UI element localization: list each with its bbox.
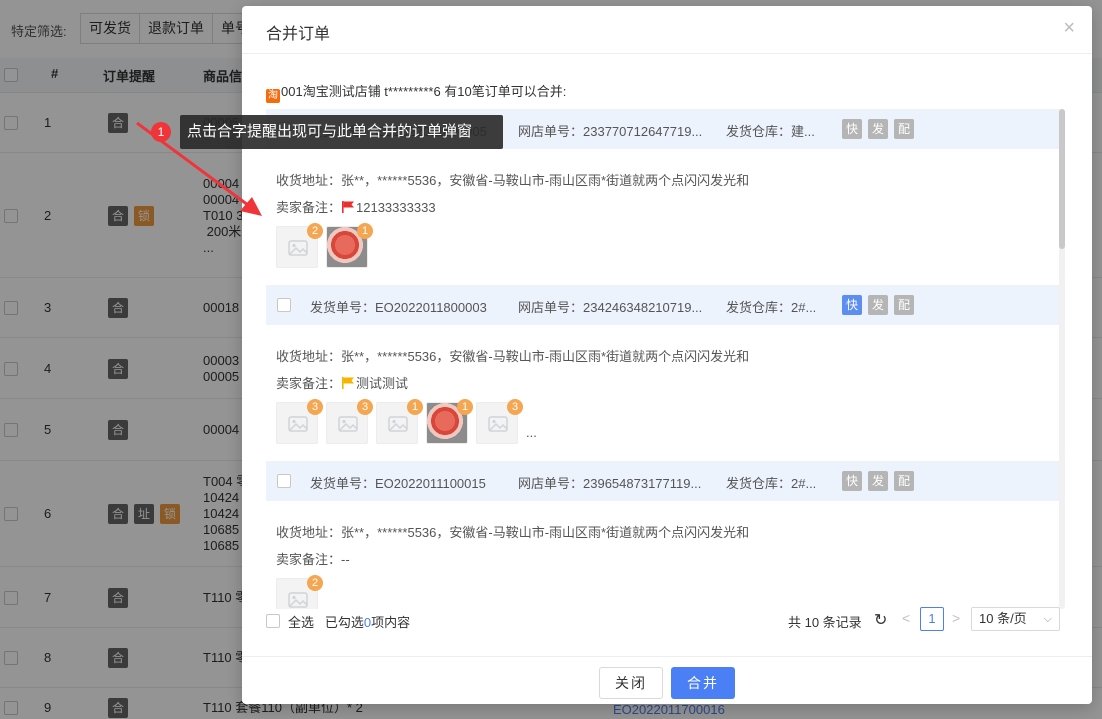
annotation-arrow (136, 121, 262, 216)
annotation-step-badge: 1 (151, 122, 171, 142)
annotation-tooltip: 点击合字提醒出现可与此单合并的订单弹窗 (180, 115, 503, 149)
